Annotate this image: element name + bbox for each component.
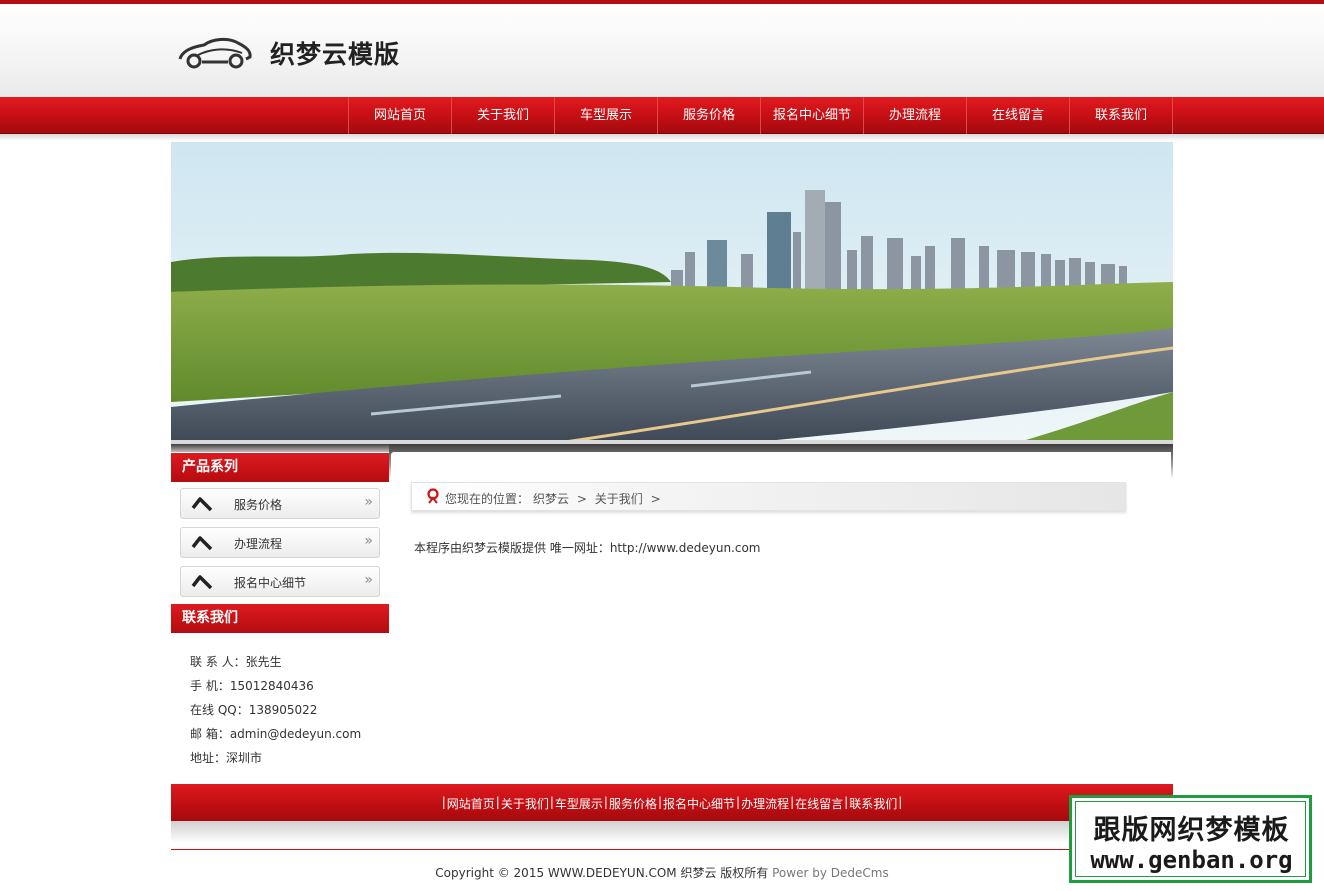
contact-person: 联 系 人：张先生 <box>190 655 282 669</box>
footer-link-contact[interactable]: 联系我们 <box>849 795 897 812</box>
footer-link-about[interactable]: 关于我们 <box>501 795 549 812</box>
nav-registration[interactable]: 报名中心细节 <box>761 97 864 134</box>
page-content: 本程序由织梦云模版提供 唯一网址：http://www.dedeyun.com <box>414 541 761 555</box>
contact-title: 联系我们 <box>171 604 389 633</box>
sidebar-item-process[interactable]: 办理流程 » <box>180 527 380 558</box>
nav-process[interactable]: 办理流程 <box>864 97 967 134</box>
logo[interactable]: 织梦云模版 <box>176 30 416 76</box>
nav-pricing[interactable]: 服务价格 <box>658 97 761 134</box>
footer-shadow <box>171 821 1173 843</box>
sidebar: 产品系列 服务价格 » 办理流程 » 报名中心细节 » 联系我们 联 系 人：张… <box>171 444 389 784</box>
nav-cars[interactable]: 车型展示 <box>555 97 658 134</box>
contact-address: 地址：深圳市 <box>190 751 263 765</box>
nav-home[interactable]: 网站首页 <box>349 97 452 134</box>
arrow-icon <box>191 536 213 551</box>
contact-phone: 手 机：15012840436 <box>190 679 314 693</box>
main-top-bar-inner <box>391 452 1171 478</box>
chevron-right-icon: » <box>364 533 372 549</box>
nav-about[interactable]: 关于我们 <box>452 97 555 134</box>
footer-link-pricing[interactable]: 服务价格 <box>609 795 657 812</box>
arrow-icon <box>191 497 213 512</box>
breadcrumb-trail: > <box>650 492 661 506</box>
watermark-url: www.genban.org <box>1090 846 1293 874</box>
logo-text: 织梦云模版 <box>270 40 401 69</box>
footer-link-process[interactable]: 办理流程 <box>741 795 789 812</box>
sidebar-item-registration[interactable]: 报名中心细节 » <box>180 566 380 597</box>
power-by-link[interactable]: Power by DedeCms <box>772 866 889 880</box>
breadcrumb-prefix: 您现在的位置： <box>445 492 530 506</box>
nav-shadow <box>0 134 1324 141</box>
arrow-icon <box>191 575 213 590</box>
sidebar-top-bar <box>171 444 389 452</box>
contact-email: 邮 箱：admin@dedeyun.com <box>190 727 362 741</box>
car-logo-icon <box>178 37 252 69</box>
contact-qq: 在线 QQ：138905022 <box>190 703 318 717</box>
breadcrumb-current[interactable]: 关于我们 <box>595 492 643 506</box>
sidebar-item-pricing[interactable]: 服务价格 » <box>180 488 380 519</box>
breadcrumb-home[interactable]: 织梦云 <box>533 492 569 506</box>
products-title: 产品系列 <box>171 453 389 482</box>
nav-message[interactable]: 在线留言 <box>967 97 1070 134</box>
sidebar-item-label: 办理流程 <box>234 537 283 551</box>
footer-link-registration[interactable]: 报名中心细节 <box>663 795 735 812</box>
watermark: 跟版网织梦模板 www.genban.org <box>1069 795 1312 883</box>
nav-contact[interactable]: 联系我们 <box>1070 97 1173 134</box>
footer-link-home[interactable]: 网站首页 <box>447 795 495 812</box>
breadcrumb-separator: > <box>576 492 587 506</box>
main-nav: 网站首页 关于我们 车型展示 服务价格 报名中心细节 办理流程 在线留言 联系我… <box>348 97 1173 134</box>
banner-image <box>171 142 1173 444</box>
watermark-title: 跟版网织梦模板 <box>1093 815 1290 846</box>
breadcrumb: 您现在的位置： 织梦云 > 关于我们 > <box>411 482 1126 511</box>
footer-divider <box>171 849 1173 850</box>
chevron-right-icon: » <box>364 572 372 588</box>
sidebar-item-label: 服务价格 <box>234 498 283 512</box>
footer-nav: | 网站首页 | 关于我们 | 车型展示 | 服务价格 | 报名中心细节 | 办… <box>171 784 1173 821</box>
header: 织梦云模版 <box>0 4 1324 97</box>
footer-link-message[interactable]: 在线留言 <box>795 795 843 812</box>
copyright-text: Copyright © 2015 WWW.DEDEYUN.COM 织梦云 版权所… <box>435 866 769 880</box>
chevron-right-icon: » <box>364 494 372 510</box>
location-pin-icon <box>427 488 439 504</box>
footer-link-cars[interactable]: 车型展示 <box>555 795 603 812</box>
sidebar-item-label: 报名中心细节 <box>234 576 307 590</box>
